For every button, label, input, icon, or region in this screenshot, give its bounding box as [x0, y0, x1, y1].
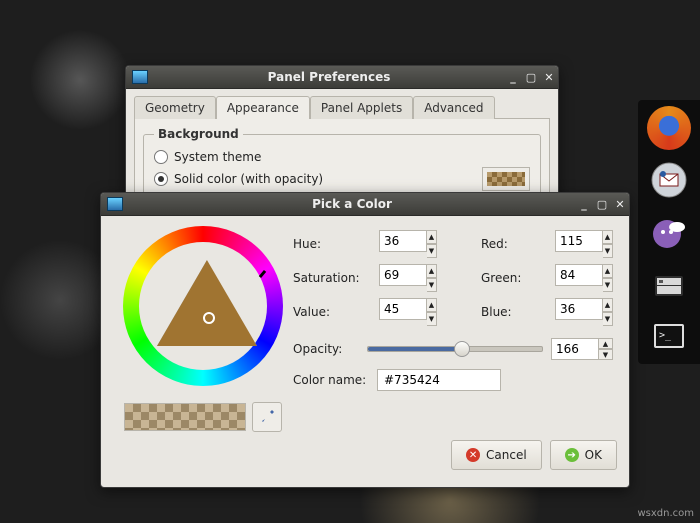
- close-button[interactable]: ✕: [541, 70, 557, 84]
- saturation-label: Saturation:: [293, 264, 369, 292]
- opacity-slider[interactable]: [367, 346, 543, 352]
- window-icon: [107, 197, 123, 211]
- files-icon: [649, 264, 689, 304]
- background-group-title: Background: [154, 127, 243, 141]
- dock-item-terminal[interactable]: >_: [647, 314, 691, 358]
- opacity-step-down[interactable]: ▼: [599, 349, 613, 360]
- blue-input[interactable]: [555, 298, 603, 320]
- close-button[interactable]: ✕: [612, 197, 628, 211]
- red-input[interactable]: [555, 230, 603, 252]
- green-step-down[interactable]: ▼: [603, 278, 613, 292]
- titlebar[interactable]: Pick a Color _ ▢ ✕: [101, 193, 629, 216]
- color-preview-swatch: [124, 403, 246, 431]
- blue-step-up[interactable]: ▲: [603, 298, 613, 312]
- desktop: Panel Preferences _ ▢ ✕ Geometry Appeara…: [0, 0, 700, 523]
- radio-solid-color[interactable]: [154, 172, 168, 186]
- eyedropper-icon: [259, 409, 275, 425]
- green-step-up[interactable]: ▲: [603, 264, 613, 278]
- hue-step-down[interactable]: ▼: [427, 244, 437, 258]
- dock-item-firefox[interactable]: [647, 106, 691, 150]
- color-name-input[interactable]: [377, 369, 501, 391]
- dock-item-files[interactable]: [647, 262, 691, 306]
- red-step-down[interactable]: ▼: [603, 244, 613, 258]
- window-title: Panel Preferences: [154, 70, 504, 84]
- radio-system-theme[interactable]: [154, 150, 168, 164]
- window-title: Pick a Color: [129, 197, 575, 211]
- hue-step-up[interactable]: ▲: [427, 230, 437, 244]
- tab-bar: Geometry Appearance Panel Applets Advanc…: [134, 95, 552, 118]
- minimize-button[interactable]: _: [576, 197, 592, 211]
- dock: >_: [638, 100, 700, 364]
- radio-system-theme-label: System theme: [174, 150, 261, 164]
- watermark: wsxdn.com: [637, 508, 694, 519]
- value-step-up[interactable]: ▲: [427, 298, 437, 312]
- opacity-step-up[interactable]: ▲: [599, 338, 613, 349]
- pidgin-icon: [649, 212, 689, 252]
- value-label: Value:: [293, 298, 369, 326]
- opacity-input[interactable]: [551, 338, 599, 360]
- color-wheel[interactable]: [123, 226, 283, 386]
- ok-button-label: OK: [585, 448, 602, 462]
- green-label: Green:: [481, 264, 545, 292]
- hue-label: Hue:: [293, 230, 369, 258]
- red-label: Red:: [481, 230, 545, 258]
- red-step-up[interactable]: ▲: [603, 230, 613, 244]
- radio-solid-color-label: Solid color (with opacity): [174, 172, 323, 186]
- dock-item-mail[interactable]: [647, 158, 691, 202]
- opacity-label: Opacity:: [293, 342, 359, 356]
- color-swatch-button[interactable]: [482, 167, 530, 191]
- terminal-icon: >_: [649, 316, 689, 356]
- opacity-slider-thumb[interactable]: [454, 341, 470, 357]
- maximize-button[interactable]: ▢: [523, 70, 539, 84]
- eyedropper-button[interactable]: [252, 402, 282, 432]
- tab-panel-applets[interactable]: Panel Applets: [310, 96, 413, 119]
- tab-advanced[interactable]: Advanced: [413, 96, 494, 119]
- blue-step-down[interactable]: ▼: [603, 312, 613, 326]
- blue-label: Blue:: [481, 298, 545, 326]
- value-input[interactable]: [379, 298, 427, 320]
- minimize-button[interactable]: _: [505, 70, 521, 84]
- saturation-step-up[interactable]: ▲: [427, 264, 437, 278]
- color-name-label: Color name:: [293, 373, 369, 387]
- color-picker-window: Pick a Color _ ▢ ✕: [100, 192, 630, 488]
- maximize-button[interactable]: ▢: [594, 197, 610, 211]
- cancel-button-label: Cancel: [486, 448, 527, 462]
- value-step-down[interactable]: ▼: [427, 312, 437, 326]
- green-input[interactable]: [555, 264, 603, 286]
- tab-appearance[interactable]: Appearance: [216, 96, 310, 119]
- ok-button[interactable]: ➔ OK: [550, 440, 617, 470]
- dock-item-pidgin[interactable]: [647, 210, 691, 254]
- cancel-button[interactable]: ✕ Cancel: [451, 440, 542, 470]
- mail-icon: [649, 160, 689, 200]
- svg-text:>_: >_: [659, 330, 672, 341]
- saturation-input[interactable]: [379, 264, 427, 286]
- hue-input[interactable]: [379, 230, 427, 252]
- window-icon: [132, 70, 148, 84]
- sv-triangle-marker[interactable]: [203, 312, 215, 324]
- cancel-icon: ✕: [466, 448, 480, 462]
- tab-geometry[interactable]: Geometry: [134, 96, 216, 119]
- ok-icon: ➔: [565, 448, 579, 462]
- titlebar[interactable]: Panel Preferences _ ▢ ✕: [126, 66, 558, 89]
- saturation-step-down[interactable]: ▼: [427, 278, 437, 292]
